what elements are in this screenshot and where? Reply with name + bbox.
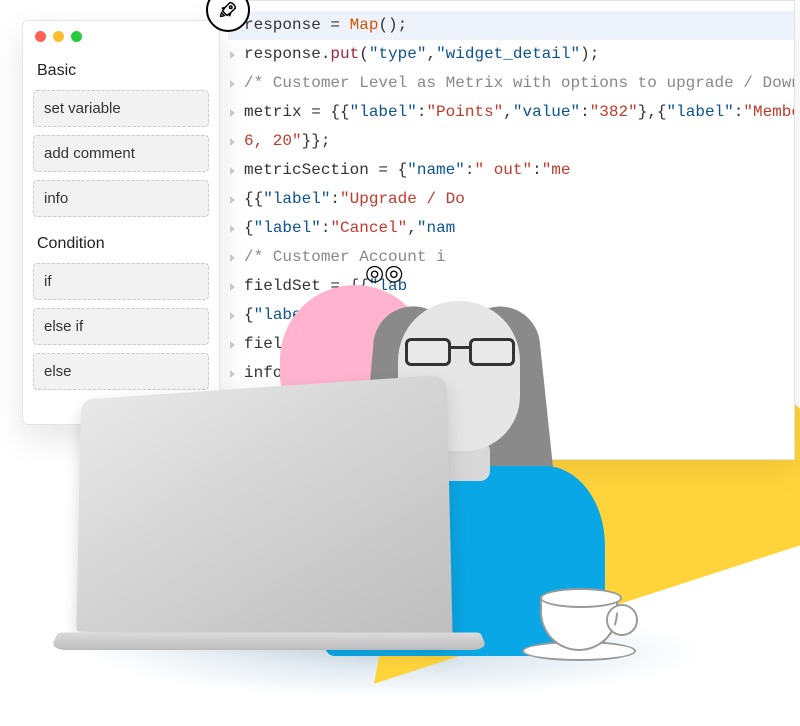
block-set-variable[interactable]: set variable — [33, 90, 209, 127]
blocks-palette-window: Basicset variable add comment info Conditio… — [22, 20, 220, 425]
group-title: Condition — [33, 225, 209, 263]
block-else-if[interactable]: else if — [33, 308, 209, 345]
close-icon[interactable] — [35, 31, 46, 42]
code-line[interactable]: {{"label":"Upgrade / Do — [228, 185, 794, 214]
block-if[interactable]: if — [33, 263, 209, 300]
window-controls — [23, 21, 219, 48]
code-line[interactable]: /* Customer Level as Metrix with options… — [228, 69, 794, 98]
glasses-icon — [405, 338, 515, 366]
zoom-icon[interactable] — [71, 31, 82, 42]
code-line[interactable]: 6, 20"}}; — [228, 127, 794, 156]
code-line[interactable]: response.put("type","widget_detail"); — [228, 40, 794, 69]
block-info[interactable]: info — [33, 180, 209, 217]
code-line[interactable]: metrix = {{"label":"Points","value":"382… — [228, 98, 794, 127]
block-add-comment[interactable]: add comment — [33, 135, 209, 172]
code-line[interactable]: metricSection = {"name":" out":"me — [228, 156, 794, 185]
laptop-illustration — [60, 376, 500, 656]
group-title: Basic — [33, 52, 209, 90]
coffee-cup-illustration — [540, 596, 618, 651]
code-line[interactable]: response = Map(); — [228, 11, 794, 40]
minimize-icon[interactable] — [53, 31, 64, 42]
